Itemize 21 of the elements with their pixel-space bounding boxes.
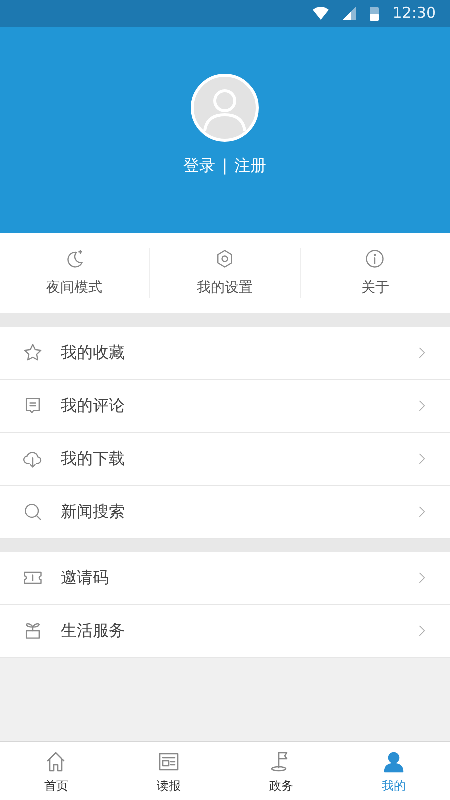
- tab-bar-item[interactable]: 读报: [112, 742, 225, 800]
- tab-bar-item[interactable]: 我的: [338, 742, 450, 800]
- menu-item[interactable]: 我的收藏: [0, 327, 450, 380]
- wifi-icon: [312, 7, 329, 20]
- quick-action[interactable]: 我的设置: [150, 248, 300, 298]
- menu-item[interactable]: 生活服务: [0, 605, 450, 658]
- battery-icon: [370, 6, 379, 21]
- signal-icon: [342, 7, 356, 20]
- quick-action[interactable]: 关于: [300, 248, 450, 298]
- search-icon: [22, 501, 44, 523]
- menu-item[interactable]: 邀请码: [0, 552, 450, 605]
- quick-action[interactable]: 夜间模式: [0, 248, 150, 298]
- status-time: 12:30: [392, 3, 436, 24]
- tab-bar-item[interactable]: 首页: [0, 742, 112, 800]
- menu-item[interactable]: 我的评论: [0, 380, 450, 433]
- separator: |: [222, 155, 228, 177]
- info-icon: [364, 248, 386, 270]
- menu-item[interactable]: 我的下载: [0, 433, 450, 486]
- tab-bar-item[interactable]: 政务: [225, 742, 338, 800]
- menu-item[interactable]: 新闻搜索: [0, 486, 450, 539]
- person-icon: [382, 750, 406, 774]
